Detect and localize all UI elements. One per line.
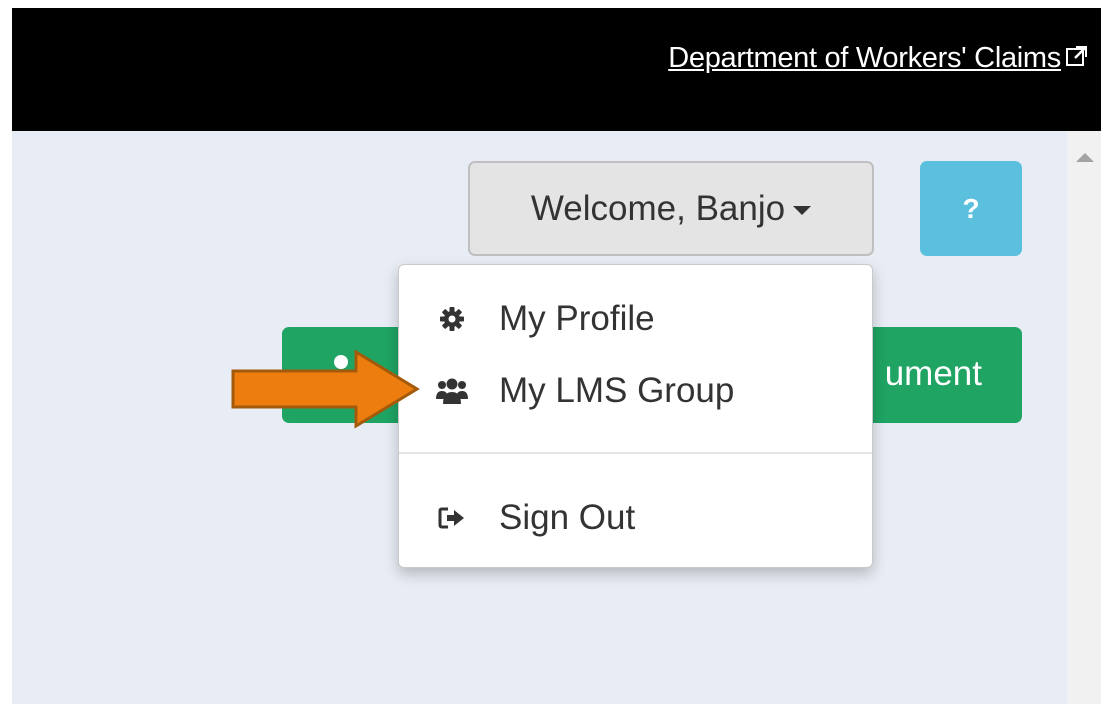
users-icon	[435, 374, 469, 408]
menu-item-my-lms-group[interactable]: My LMS Group	[399, 360, 872, 422]
user-dropdown-menu: My Profile My LMS Group Sign Out	[398, 264, 873, 568]
menu-item-label: My Profile	[499, 299, 655, 338]
menu-item-my-profile[interactable]: My Profile	[399, 288, 872, 350]
scroll-up-arrow-icon[interactable]	[1076, 153, 1094, 162]
caret-down-icon	[793, 206, 812, 215]
external-link-icon	[1065, 44, 1089, 68]
orange-arrow-annotation	[231, 349, 420, 429]
main-content: Welcome, Banjo ? ument My Profile My LMS…	[12, 131, 1067, 704]
menu-item-sign-out[interactable]: Sign Out	[399, 487, 872, 549]
upload-document-label: ument	[884, 354, 982, 393]
gear-icon	[435, 302, 469, 336]
help-button[interactable]: ?	[920, 161, 1022, 256]
menu-divider	[399, 452, 872, 454]
sign-out-icon	[435, 501, 469, 535]
menu-item-label: Sign Out	[499, 498, 636, 537]
department-link[interactable]: Department of Workers' Claims	[668, 42, 1061, 75]
menu-item-label: My LMS Group	[499, 371, 735, 410]
welcome-label: Welcome, Banjo	[530, 188, 786, 228]
vertical-scrollbar[interactable]	[1067, 131, 1101, 704]
top-navbar: Department of Workers' Claims	[12, 8, 1101, 131]
help-label: ?	[962, 192, 980, 224]
app-window: Department of Workers' Claims Welcome, B…	[12, 8, 1101, 704]
user-menu-button[interactable]: Welcome, Banjo	[468, 161, 874, 256]
